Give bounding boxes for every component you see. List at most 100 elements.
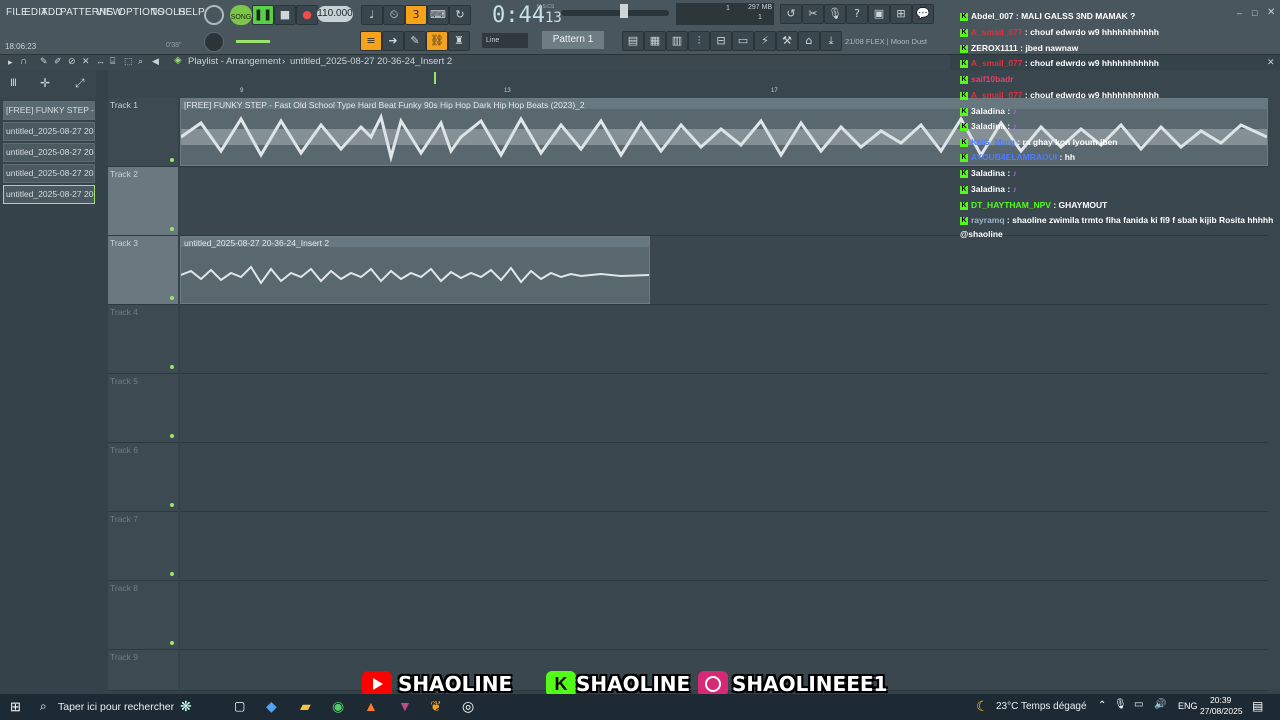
track-header-6[interactable]: Track 6 — [108, 443, 178, 512]
track-header-9[interactable]: Track 9 — [108, 650, 178, 691]
playback-tool-icon[interactable]: ◀ — [152, 56, 159, 67]
track-header-3[interactable]: Track 3 — [108, 236, 178, 305]
track-header-4[interactable]: Track 4 — [108, 305, 178, 374]
track-lane-4[interactable] — [180, 305, 1268, 374]
clip-source-item[interactable]: untitled_2025-08-27 20- — [3, 143, 95, 162]
tray-volume-icon[interactable]: 🔊 — [1154, 699, 1166, 710]
track-active-dot[interactable] — [170, 434, 174, 438]
mute-tool-icon[interactable]: ✕ — [82, 56, 90, 67]
audio-clip-insert[interactable]: untitled_2025-08-27 20-36-24_Insert 2 — [180, 236, 650, 304]
chat-icon[interactable]: 💬 — [912, 4, 934, 24]
task-view-icon[interactable]: ▢ — [234, 699, 245, 713]
tempo-display[interactable]: 110.000 — [317, 6, 353, 22]
master-volume-slider[interactable] — [561, 10, 669, 16]
slip-tool-icon[interactable]: ↔ — [96, 56, 105, 66]
playlist-close-icon[interactable]: ✕ — [1267, 57, 1275, 68]
piano-roll-icon[interactable]: ▦ — [644, 31, 666, 51]
maximize-icon[interactable]: □ — [1252, 8, 1257, 18]
link-icon[interactable]: ⛓ — [426, 31, 448, 51]
notification-icon[interactable]: ▤ — [1252, 699, 1263, 713]
track-lane-3[interactable]: untitled_2025-08-27 20-36-24_Insert 2 — [180, 236, 1268, 305]
track-active-dot[interactable] — [170, 158, 174, 162]
tray-network-icon[interactable]: ▭ — [1134, 699, 1143, 710]
add-clip-icon[interactable]: ✛ — [40, 76, 50, 90]
zoom-tool-icon[interactable]: ⌕ — [138, 56, 143, 67]
pencil-icon[interactable]: ✎ — [404, 31, 426, 51]
paint-tool-icon[interactable]: ✐ — [54, 56, 62, 67]
track-active-dot[interactable] — [170, 296, 174, 300]
browser-icon[interactable]: ⊟ — [710, 31, 732, 51]
master-volume-knob[interactable] — [204, 5, 224, 25]
stop-button[interactable]: ■ — [274, 5, 296, 25]
menu-arrow-icon[interactable]: ▸ — [8, 57, 13, 68]
metronome-icon[interactable]: ♩ — [361, 5, 383, 25]
track-header-7[interactable]: Track 7 — [108, 512, 178, 581]
app-v-icon[interactable]: ▼ — [398, 698, 412, 714]
record-button[interactable]: ● — [296, 5, 318, 25]
plugin-database-icon[interactable]: ⊞ — [890, 4, 912, 24]
pattern-view-icon[interactable]: Ⅲ — [10, 78, 17, 89]
playlist-icon[interactable]: ▤ — [622, 31, 644, 51]
pattern-selector[interactable]: Pattern 1 — [542, 31, 604, 49]
file-explorer-icon[interactable]: ▰ — [300, 698, 311, 715]
pause-button[interactable]: ❚❚ — [252, 5, 274, 25]
clip-source-item[interactable]: untitled_2025-08-27 20- — [3, 185, 95, 204]
help-icon[interactable]: ? — [846, 4, 868, 24]
track-active-dot[interactable] — [170, 641, 174, 645]
snap-select[interactable]: Line — [482, 33, 528, 48]
clip-source-item[interactable]: untitled_2025-08-27 20- — [3, 164, 95, 183]
obs-icon[interactable]: ◎ — [462, 698, 474, 715]
step-edit-icon[interactable]: ⌨ — [427, 5, 449, 25]
slice-tool-icon[interactable]: ⌸ — [110, 56, 115, 67]
track-header-1[interactable]: Track 1 — [108, 98, 178, 167]
clipboard-icon[interactable]: ▭ — [732, 31, 754, 51]
clip-source-item[interactable]: [FREE] FUNKY STEP - — [3, 101, 95, 120]
main-pitch-slider[interactable] — [236, 40, 270, 43]
stamp-icon[interactable]: ♜ — [448, 31, 470, 51]
clip-source-item[interactable]: untitled_2025-08-27 20- — [3, 122, 95, 141]
wait-record-icon[interactable]: ⏲ — [383, 5, 405, 25]
track-active-dot[interactable] — [170, 365, 174, 369]
playhead[interactable] — [434, 72, 436, 84]
track-lane-8[interactable] — [180, 581, 1268, 650]
mixer-icon[interactable]: ⫶ — [688, 31, 710, 51]
loop-record-icon[interactable]: ↻ — [449, 5, 471, 25]
weather-text[interactable]: 23°C Temps dégagé — [996, 701, 1087, 712]
select-tool-icon[interactable]: ⬚ — [124, 56, 133, 67]
minimize-icon[interactable]: – — [1237, 8, 1242, 18]
cut-icon[interactable]: ✂ — [802, 4, 824, 24]
song-mode-toggle[interactable]: SONG — [230, 5, 252, 25]
fl-studio-icon[interactable]: ❦ — [430, 698, 442, 715]
taskbar-date[interactable]: 27/08/2025 — [1200, 706, 1243, 716]
chrome-icon[interactable]: ◉ — [332, 698, 344, 715]
countdown-icon[interactable]: 3 — [405, 5, 427, 25]
track-active-dot[interactable] — [170, 572, 174, 576]
tray-mic-icon[interactable]: 🎙 — [1114, 699, 1127, 710]
expand-icon[interactable]: ⤢ — [75, 76, 85, 91]
magnet-icon[interactable]: ∩ — [20, 56, 27, 67]
microphone-icon[interactable]: 🎙 — [824, 4, 846, 24]
save-icon[interactable]: ▣ — [868, 4, 890, 24]
track-lane-7[interactable] — [180, 512, 1268, 581]
snap-arrow-icon[interactable]: ➜ — [382, 31, 404, 51]
search-icon[interactable]: ⌕ — [40, 699, 47, 714]
delete-tool-icon[interactable]: ⊘ — [68, 56, 76, 67]
hat-icon[interactable]: ⌂ — [798, 31, 820, 51]
track-active-dot[interactable] — [170, 503, 174, 507]
draw-tool-icon[interactable]: ✎ — [40, 56, 48, 67]
taskbar-search[interactable]: Taper ici pour rechercher — [58, 701, 174, 713]
track-header-8[interactable]: Track 8 — [108, 581, 178, 650]
close-icon[interactable]: ✕ — [1267, 7, 1275, 18]
track-lane-5[interactable] — [180, 374, 1268, 443]
plug-icon[interactable]: ⚡ — [754, 31, 776, 51]
app-a-icon[interactable]: ▲ — [364, 698, 378, 714]
track-active-dot[interactable] — [170, 227, 174, 231]
menu-help[interactable]: HELP — [178, 7, 205, 18]
windows-start-icon[interactable]: ⊞ — [10, 699, 21, 715]
breadcrumb-playlist[interactable]: Playlist - Arrangement — [188, 56, 281, 67]
language-indicator[interactable]: ENG — [1178, 701, 1198, 711]
breadcrumb-clip[interactable]: untitled_2025-08-27 20-36-24_Insert 2 — [290, 56, 452, 67]
track-lane-6[interactable] — [180, 443, 1268, 512]
copilot-icon[interactable]: ◆ — [266, 698, 277, 715]
channel-rack-icon[interactable]: ▥ — [666, 31, 688, 51]
